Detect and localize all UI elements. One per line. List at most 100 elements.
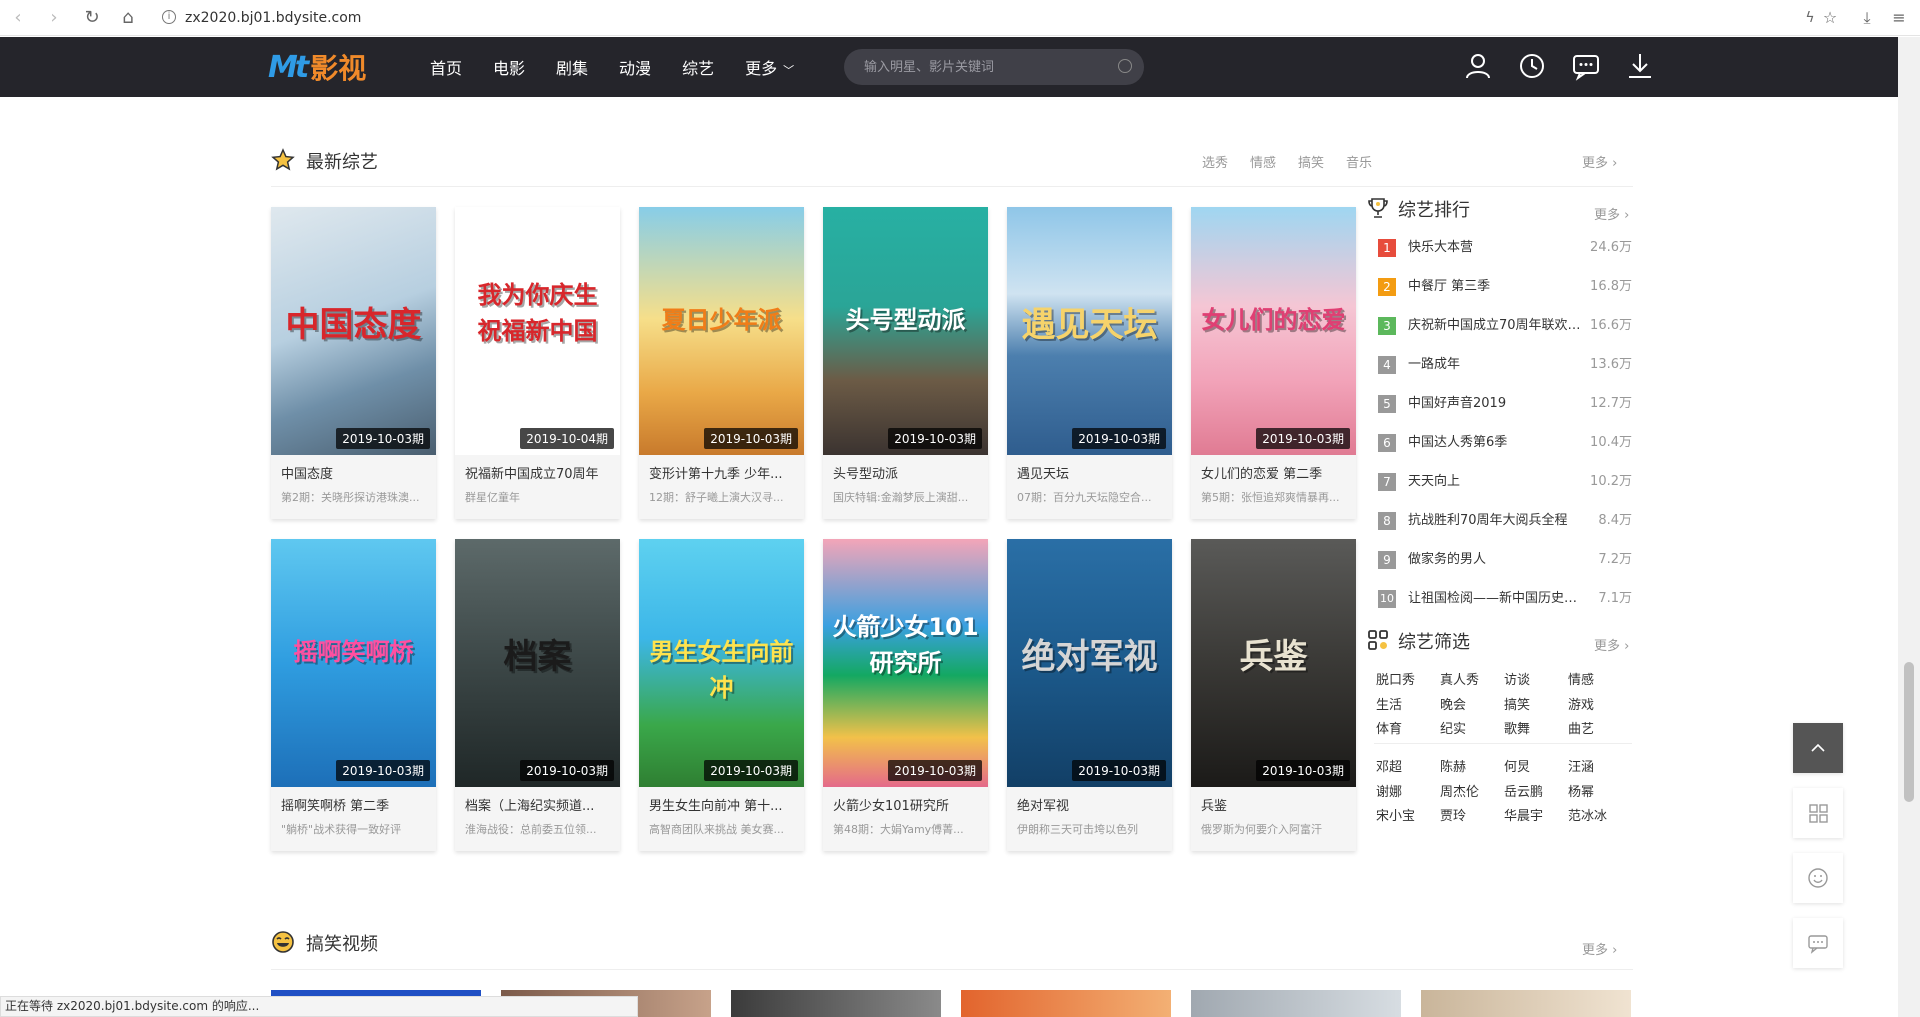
funny-video-thumbnail[interactable] [731, 990, 941, 1017]
ranking-item[interactable]: 8 抗战胜利70周年大阅兵全程 8.4万 [1378, 511, 1632, 531]
variety-card[interactable]: 火箭少女101 研究所 2019-10-03期 火箭少女101研究所 第48期：大娟Y… [823, 539, 988, 851]
scrollbar-thumb[interactable] [1904, 662, 1914, 802]
search-icon[interactable] [1118, 59, 1132, 73]
filter-type-link[interactable]: 纪实 [1440, 718, 1466, 737]
filter-type-link[interactable]: 体育 [1376, 718, 1402, 737]
filter-star-link[interactable]: 谢娜 [1376, 781, 1402, 800]
card-title[interactable]: 中国态度 [281, 463, 429, 482]
card-title[interactable]: 绝对军视 [1017, 795, 1165, 814]
filter-star-link[interactable]: 陈赫 [1440, 756, 1466, 775]
back-to-top-button[interactable] [1793, 723, 1843, 773]
card-title[interactable]: 遇见天坛 [1017, 463, 1165, 482]
filter-star-link[interactable]: 贾玲 [1440, 805, 1466, 824]
variety-card[interactable]: 中国态度 2019-10-03期 中国态度 第2期：关晓彤探访港珠澳... [271, 207, 436, 519]
filter-more-link[interactable]: 更多 › [1594, 635, 1629, 654]
ranking-item[interactable]: 5 中国好声音2019 12.7万 [1378, 394, 1632, 414]
ranking-item[interactable]: 2 中餐厅 第三季 16.8万 [1378, 277, 1632, 297]
page-scrollbar[interactable] [1898, 37, 1920, 1017]
card-title[interactable]: 男生女生向前冲 第十... [649, 795, 797, 814]
card-title[interactable]: 摇啊笑啊桥 第二季 [281, 795, 429, 814]
rank-title[interactable]: 中餐厅 第三季 [1408, 277, 1588, 297]
ranking-more-link[interactable]: 更多 › [1594, 204, 1629, 223]
filter-star-link[interactable]: 华晨宇 [1504, 805, 1543, 824]
filter-type-link[interactable]: 歌舞 [1504, 718, 1530, 737]
rank-title[interactable]: 中国达人秀第6季 [1408, 433, 1588, 453]
poster-image[interactable]: 头号型动派 2019-10-03期 [823, 207, 988, 455]
rank-title[interactable]: 中国好声音2019 [1408, 394, 1588, 414]
card-title[interactable]: 头号型动派 [833, 463, 981, 482]
rank-title[interactable]: 庆祝新中国成立70周年联欢晚会 [1408, 316, 1588, 336]
card-title[interactable]: 女儿们的恋爱 第二季 [1201, 463, 1349, 482]
poster-image[interactable]: 兵鉴 2019-10-03期 [1191, 539, 1356, 787]
tag-comedy[interactable]: 搞笑 [1298, 152, 1324, 171]
ranking-item[interactable]: 7 天天向上 10.2万 [1378, 472, 1632, 492]
poster-image[interactable]: 中国态度 2019-10-03期 [271, 207, 436, 455]
funny-video-thumbnail[interactable] [961, 990, 1171, 1017]
site-info-icon[interactable]: i [162, 10, 176, 24]
filter-star-link[interactable]: 何炅 [1504, 756, 1530, 775]
filter-type-link[interactable]: 脱口秀 [1376, 669, 1415, 688]
filter-type-link[interactable]: 游戏 [1568, 694, 1594, 713]
poster-image[interactable]: 夏日少年派 2019-10-03期 [639, 207, 804, 455]
nav-anime[interactable]: 动漫 [619, 55, 651, 79]
rank-title[interactable]: 让祖国检阅——新中国历史上... [1408, 589, 1588, 609]
filter-star-link[interactable]: 杨幂 [1568, 781, 1594, 800]
poster-image[interactable]: 档案 2019-10-03期 [455, 539, 620, 787]
rank-title[interactable]: 抗战胜利70周年大阅兵全程 [1408, 511, 1588, 531]
chat-button[interactable] [1793, 918, 1843, 968]
poster-image[interactable]: 遇见天坛 2019-10-03期 [1007, 207, 1172, 455]
card-title[interactable]: 火箭少女101研究所 [833, 795, 981, 814]
variety-card[interactable]: 男生女生向前冲 2019-10-03期 男生女生向前冲 第十... 高智商团队来挑战 … [639, 539, 804, 851]
variety-card[interactable]: 遇见天坛 2019-10-03期 遇见天坛 07期：百分九天坛隐空合... [1007, 207, 1172, 519]
variety-more-link[interactable]: 更多 › [1582, 152, 1617, 171]
nav-movie[interactable]: 电影 [493, 55, 525, 79]
download-icon[interactable]: ⤓ [1855, 6, 1879, 30]
nav-variety[interactable]: 综艺 [682, 55, 714, 79]
filter-type-link[interactable]: 访谈 [1504, 669, 1530, 688]
ranking-item[interactable]: 10 让祖国检阅——新中国历史上... 7.1万 [1378, 589, 1632, 609]
funny-video-thumbnail[interactable] [1421, 990, 1631, 1017]
bookmark-star-icon[interactable]: ☆ [1818, 6, 1842, 30]
poster-image[interactable]: 男生女生向前冲 2019-10-03期 [639, 539, 804, 787]
variety-card[interactable]: 绝对军视 2019-10-03期 绝对军视 伊朗称三天可击垮以色列 [1007, 539, 1172, 851]
address-bar[interactable]: zx2020.bj01.bdysite.com [185, 6, 361, 30]
filter-type-link[interactable]: 晚会 [1440, 694, 1466, 713]
rank-title[interactable]: 天天向上 [1408, 472, 1588, 492]
ranking-item[interactable]: 3 庆祝新中国成立70周年联欢晚会 16.6万 [1378, 316, 1632, 336]
ranking-item[interactable]: 6 中国达人秀第6季 10.4万 [1378, 433, 1632, 453]
funny-more-link[interactable]: 更多 › [1582, 939, 1617, 958]
filter-type-link[interactable]: 真人秀 [1440, 669, 1479, 688]
menu-icon[interactable]: ≡ [1887, 6, 1911, 30]
message-icon[interactable] [1571, 51, 1601, 81]
variety-card[interactable]: 女儿们的恋爱 2019-10-03期 女儿们的恋爱 第二季 第5期：张恒追郑爽情暴再.… [1191, 207, 1356, 519]
poster-image[interactable]: 绝对军视 2019-10-03期 [1007, 539, 1172, 787]
back-icon[interactable]: ‹ [6, 6, 30, 30]
poster-image[interactable]: 女儿们的恋爱 2019-10-03期 [1191, 207, 1356, 455]
variety-card[interactable]: 档案 2019-10-03期 档案（上海纪实频道... 淮海战役：总前委五位领... [455, 539, 620, 851]
reload-icon[interactable]: ↻ [80, 6, 104, 30]
card-title[interactable]: 祝福新中国成立70周年 [465, 463, 613, 482]
poster-image[interactable]: 摇啊笑啊桥 2019-10-03期 [271, 539, 436, 787]
variety-card[interactable]: 夏日少年派 2019-10-03期 变形计第十九季 少年... 12期：舒子曦上演大汉… [639, 207, 804, 519]
tag-music[interactable]: 音乐 [1346, 152, 1372, 171]
variety-card[interactable]: 我为你庆生 祝福新中国 2019-10-04期 祝福新中国成立70周年 群星亿童年 [455, 207, 620, 519]
poster-image[interactable]: 火箭少女101 研究所 2019-10-03期 [823, 539, 988, 787]
variety-card[interactable]: 兵鉴 2019-10-03期 兵鉴 俄罗斯为何要介入阿富汗 [1191, 539, 1356, 851]
filter-star-link[interactable]: 周杰伦 [1440, 781, 1479, 800]
rank-title[interactable]: 一路成年 [1408, 355, 1588, 375]
filter-star-link[interactable]: 汪涵 [1568, 756, 1594, 775]
filter-type-link[interactable]: 曲艺 [1568, 718, 1594, 737]
filter-star-link[interactable]: 邓超 [1376, 756, 1402, 775]
user-icon[interactable] [1463, 51, 1493, 81]
filter-type-link[interactable]: 生活 [1376, 694, 1402, 713]
variety-card[interactable]: 头号型动派 2019-10-03期 头号型动派 国庆特辑:金瀚梦辰上演甜... [823, 207, 988, 519]
card-title[interactable]: 变形计第十九季 少年... [649, 463, 797, 482]
card-title[interactable]: 兵鉴 [1201, 795, 1349, 814]
filter-type-link[interactable]: 搞笑 [1504, 694, 1530, 713]
rank-title[interactable]: 快乐大本营 [1408, 238, 1588, 258]
qrcode-button[interactable] [1793, 788, 1843, 838]
funny-video-thumbnail[interactable] [1191, 990, 1401, 1017]
filter-star-link[interactable]: 范冰冰 [1568, 805, 1607, 824]
filter-type-link[interactable]: 情感 [1568, 669, 1594, 688]
ranking-item[interactable]: 4 一路成年 13.6万 [1378, 355, 1632, 375]
